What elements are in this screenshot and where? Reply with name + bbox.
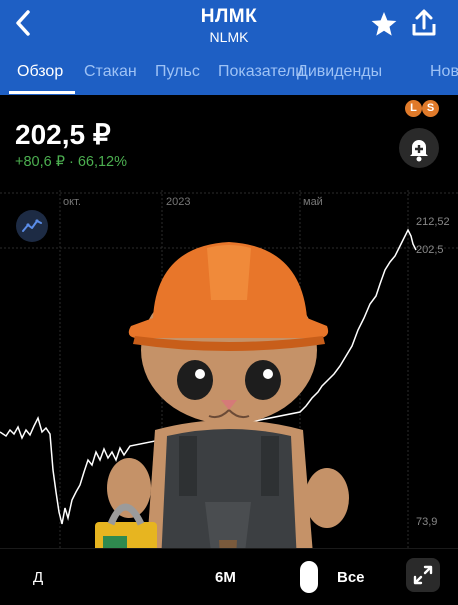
price-change: +80,6 ₽ · 66,12% (15, 154, 128, 170)
tab-news[interactable]: Нов (430, 63, 458, 81)
tab-order-book[interactable]: Стакан (84, 63, 137, 81)
top-bar: НЛМК NLMK Обзор Стакан Пульс Показатели … (0, 0, 458, 95)
tab-pulse[interactable]: Пульс (155, 63, 200, 81)
tab-overview[interactable]: Обзор (17, 63, 63, 81)
period-toggle[interactable] (300, 561, 318, 593)
share-icon (412, 9, 436, 36)
star-icon (371, 12, 397, 36)
x-tick-label: 2023 (166, 196, 190, 208)
active-tab-indicator (9, 91, 75, 94)
indicators-button[interactable] (16, 210, 48, 242)
x-tick-label: окт. (63, 196, 81, 208)
period-all-button[interactable]: Все (337, 569, 365, 586)
fullscreen-button[interactable] (406, 558, 440, 592)
badge-l: L (405, 100, 422, 117)
current-price: 202,5 ₽ (15, 119, 111, 150)
period-selector: Д 6М Все (0, 548, 458, 605)
y-tick-label: 73,9 (416, 516, 437, 528)
period-day-button[interactable]: Д (33, 569, 43, 586)
y-tick-label: 202,5 (416, 244, 444, 256)
bell-plus-icon (410, 140, 428, 162)
price-alert-button[interactable] (399, 128, 439, 168)
period-6m-button[interactable]: 6М (215, 569, 236, 586)
x-tick-label: май (303, 196, 323, 208)
expand-icon (413, 565, 433, 585)
tab-metrics[interactable]: Показатели (218, 63, 304, 81)
tab-dividends[interactable]: Дивиденды (297, 63, 382, 81)
y-tick-label: 212,52 (416, 216, 450, 228)
favorite-button[interactable] (370, 10, 398, 38)
marker-badges: L S (405, 100, 441, 118)
trend-line-icon (22, 219, 42, 232)
share-button[interactable] (410, 8, 438, 38)
badge-s: S (422, 100, 439, 117)
tab-bar: Обзор Стакан Пульс Показатели Дивиденды … (0, 54, 458, 94)
